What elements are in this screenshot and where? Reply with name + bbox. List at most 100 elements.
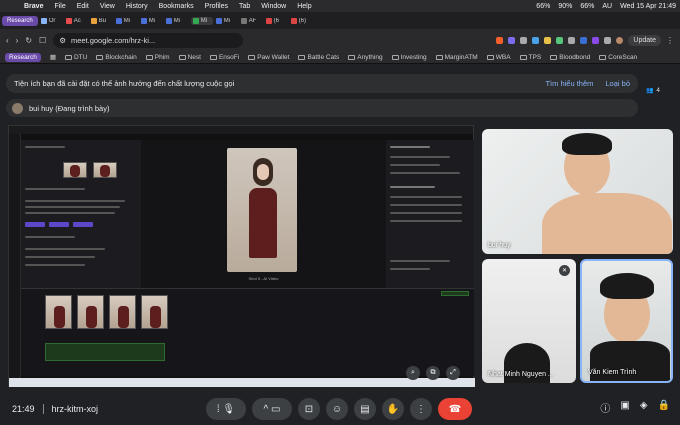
menu-edit[interactable]: Edit — [77, 3, 89, 10]
menu-help[interactable]: Help — [297, 3, 311, 10]
favicon-icon — [115, 17, 122, 24]
menu-app[interactable]: Brave — [24, 3, 43, 10]
present-button[interactable]: ⊡ — [298, 398, 320, 420]
shared-properties-panel — [386, 140, 474, 288]
present-icon: ⊡ — [304, 403, 314, 415]
meet-stage: Tiện ích bạn đã cài đặt có thể ảnh hưởng… — [0, 65, 680, 425]
menu-view[interactable]: View — [100, 3, 115, 10]
extension-icon[interactable] — [592, 36, 600, 44]
back-icon[interactable]: ‹ — [6, 36, 9, 45]
meet-bottom-bar: 21:49 hrz-kitm-xoj ⁞ 🎙 ^ ▭ ⊡ ☺ ▤ ✋ ⋮ ☎ ⓘ… — [0, 393, 680, 425]
battery-3[interactable]: 66% — [580, 3, 594, 10]
menu-profiles[interactable]: Profiles — [205, 3, 228, 10]
participants-indicator[interactable]: 👥 4 — [646, 87, 660, 95]
extension-icon[interactable] — [556, 36, 564, 44]
folder-icon — [96, 54, 104, 60]
hand-icon: ✋ — [386, 403, 400, 415]
remove-link[interactable]: Loại bỏ — [605, 79, 630, 88]
tab[interactable]: Or — [40, 17, 63, 24]
participant-tile[interactable]: ✕ Nhat Minh Nguyen ... — [482, 259, 576, 383]
tab[interactable]: (6 — [265, 17, 288, 24]
popout-icon[interactable]: ⧉ — [426, 366, 440, 380]
tab[interactable]: (6) — [290, 17, 313, 24]
meeting-side-controls: ⓘ ▣ ◈ 🔒 — [600, 400, 670, 415]
tab[interactable]: Mi — [165, 17, 188, 24]
microphone-icon: 🎙 — [222, 403, 236, 415]
folder-icon — [391, 54, 399, 60]
brave-shield-icon[interactable] — [496, 36, 504, 44]
extension-icon[interactable] — [544, 36, 552, 44]
tab[interactable]: AF — [240, 17, 263, 24]
chat-icon[interactable]: ▣ — [620, 400, 629, 415]
tab[interactable]: Mi — [215, 17, 238, 24]
menu-icon[interactable]: ⋮ — [666, 36, 674, 45]
menu-bookmarks[interactable]: Bookmarks — [159, 3, 194, 10]
bookmark-folder[interactable]: Investing — [391, 54, 427, 61]
url-field[interactable]: ⚙ meet.google.com/hrz-ki... — [53, 32, 244, 48]
tab[interactable]: Ac — [65, 17, 88, 24]
tab[interactable]: Mi — [140, 17, 163, 24]
participant-tile[interactable]: bui huy — [482, 129, 673, 254]
camera-button[interactable]: ^ ▭ — [252, 398, 292, 420]
tab[interactable]: Bu — [90, 17, 113, 24]
menu-window[interactable]: Window — [261, 3, 286, 10]
input-source[interactable]: AU — [602, 3, 612, 10]
battery-2[interactable]: 90% — [558, 3, 572, 10]
zoom-icon[interactable]: ⌕ — [406, 366, 420, 380]
update-button[interactable]: Update — [628, 34, 661, 46]
bookmark-folder[interactable]: EnsoFi — [209, 54, 239, 61]
call-controls: ⁞ 🎙 ^ ▭ ⊡ ☺ ▤ ✋ ⋮ ☎ — [206, 398, 472, 420]
extension-icon[interactable] — [520, 36, 528, 44]
leave-call-button[interactable]: ☎ — [438, 398, 472, 420]
bookmark-folder[interactable]: CoreScan — [599, 54, 637, 61]
bookmark-folder[interactable]: WBA — [486, 54, 511, 61]
profile-pill[interactable]: Research — [2, 15, 38, 26]
divider — [42, 404, 44, 414]
clip-label: Shot 5 - AI Video — [248, 276, 279, 281]
extension-icon[interactable] — [580, 36, 588, 44]
profile-avatar-icon[interactable] — [616, 36, 624, 44]
grid-icon[interactable]: ▦ — [50, 53, 56, 61]
favicon-icon — [90, 17, 97, 24]
presenter-label: bui huy (Đang trình bày) — [29, 103, 110, 113]
bookmark-folder[interactable]: TPS — [519, 54, 541, 61]
mic-button[interactable]: ⁞ 🎙 — [206, 398, 246, 420]
emoji-button[interactable]: ☺ — [326, 398, 348, 420]
extension-icon[interactable] — [568, 36, 576, 44]
bookmark-folder[interactable]: Phim — [145, 54, 170, 61]
extension-icon[interactable] — [532, 36, 540, 44]
tab[interactable]: Mi — [115, 17, 138, 24]
fullscreen-icon[interactable]: ⤢ — [446, 366, 460, 380]
bookmark-folder[interactable]: Paw Wallet — [248, 54, 289, 61]
bookmark-folder[interactable]: MarginATM — [435, 54, 478, 61]
reload-icon[interactable]: ↻ — [25, 36, 32, 45]
raise-hand-button[interactable]: ✋ — [382, 398, 404, 420]
clock[interactable]: Wed 15 Apr 21:49 — [620, 3, 676, 10]
bookmark-icon[interactable]: ☐ — [39, 36, 46, 45]
learn-more-link[interactable]: Tìm hiểu thêm — [545, 79, 593, 88]
activities-icon[interactable]: ◈ — [640, 400, 648, 415]
battery-1[interactable]: 66% — [536, 3, 550, 10]
site-settings-icon[interactable]: ⚙ — [59, 36, 66, 45]
extension-icon[interactable] — [604, 36, 612, 44]
bookmark-profile[interactable]: Research — [5, 52, 41, 62]
bookmark-folder[interactable]: Battle Cats — [298, 54, 339, 61]
bookmark-folder[interactable]: Blockchain — [96, 54, 137, 61]
forward-icon[interactable]: › — [16, 36, 19, 45]
bookmark-folder[interactable]: Nest — [178, 54, 201, 61]
folder-icon — [298, 54, 306, 60]
captions-button[interactable]: ▤ — [354, 398, 376, 420]
host-controls-icon[interactable]: 🔒 — [658, 400, 670, 415]
extension-icon[interactable] — [508, 36, 516, 44]
bookmark-folder[interactable]: DTU — [64, 54, 87, 61]
menu-file[interactable]: File — [54, 3, 65, 10]
more-options-button[interactable]: ⋮ — [410, 398, 432, 420]
participant-tile-active[interactable]: Văn Kiem Trình — [580, 259, 673, 383]
menu-history[interactable]: History — [126, 3, 148, 10]
mic-off-icon: ✕ — [559, 265, 570, 276]
menu-tab[interactable]: Tab — [239, 3, 250, 10]
bookmark-folder[interactable]: Bloodbond — [550, 54, 590, 61]
bookmark-folder[interactable]: Anything — [348, 54, 383, 61]
tab-active[interactable]: Mi — [190, 16, 213, 25]
info-icon[interactable]: ⓘ — [600, 400, 610, 415]
